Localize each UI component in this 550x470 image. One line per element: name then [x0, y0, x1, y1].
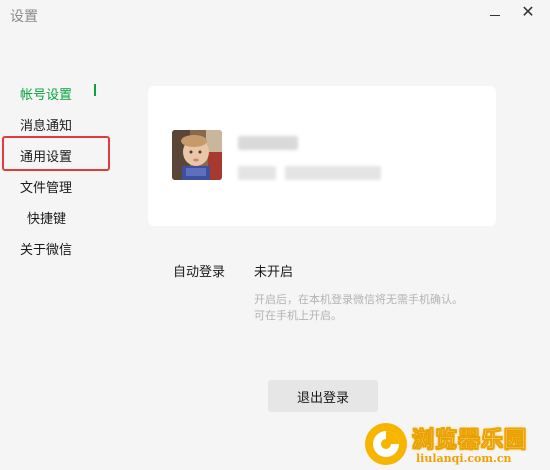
auto-login-hint-line1: 开启后，在本机登录微信将无需手机确认。	[254, 293, 463, 306]
watermark: 浏览器乐园 liulanqi.com.cn	[360, 418, 548, 468]
watermark-url: liulanqi.com.cn	[416, 452, 512, 465]
sidebar-item-shortcuts[interactable]: 快捷键	[27, 208, 66, 227]
sidebar-item-notifications[interactable]: 消息通知	[20, 115, 72, 134]
account-name-blurred	[238, 136, 298, 150]
settings-window: 设置 ✕ 帐号设置 消息通知 通用设置 文件管理 快捷键 关于微信 自动登录 未…	[0, 0, 550, 470]
watermark-logo-icon	[365, 423, 407, 465]
wechat-id-blurred-1	[238, 166, 276, 180]
settings-sidebar: 帐号设置 消息通知 通用设置 文件管理 快捷键 关于微信	[0, 0, 130, 470]
auto-login-hint-line2: 可在手机上开启。	[254, 309, 342, 322]
highlight-annotation-box	[2, 136, 110, 171]
watermark-title: 浏览器乐园	[412, 428, 528, 454]
sidebar-item-file-management[interactable]: 文件管理	[20, 177, 72, 196]
active-indicator	[94, 84, 96, 96]
auto-login-status[interactable]: 未开启	[254, 261, 293, 280]
user-avatar-photo	[172, 130, 222, 180]
sidebar-item-about[interactable]: 关于微信	[20, 239, 72, 258]
close-icon[interactable]: ✕	[517, 2, 539, 22]
auto-login-label: 自动登录	[173, 265, 226, 280]
logout-button[interactable]: 退出登录	[268, 380, 378, 412]
wechat-id-blurred-2	[285, 166, 381, 180]
minimize-icon[interactable]	[484, 2, 506, 22]
sidebar-item-account-settings[interactable]: 帐号设置	[20, 84, 72, 103]
